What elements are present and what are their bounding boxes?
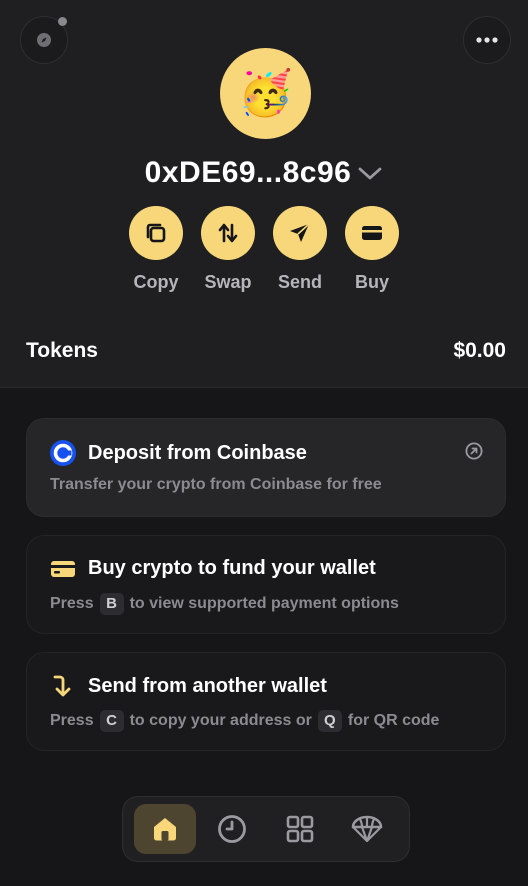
wallet-address: 0xDE69...8c96 [144,156,352,189]
arrow-down-turn-icon [53,675,71,697]
clock-icon [218,815,247,843]
deposit-coinbase-card[interactable]: Deposit from Coinbase Transfer your cryp… [26,418,506,517]
coinbase-icon [50,440,76,466]
nav-airdrops[interactable] [336,804,398,854]
buy-crypto-subtitle: Press B to view supported payment option… [50,593,399,615]
buy-instruction-text: to view supported payment options [129,595,399,612]
send-copy-text: to copy your address or [129,712,312,729]
divider [0,387,528,388]
send-press-text: Press [50,712,94,729]
buy-crypto-card[interactable]: Buy crypto to fund your wallet Press B t… [26,535,506,634]
buy-button-circle[interactable] [345,206,399,260]
send-from-wallet-card[interactable]: Send from another wallet Press C to copy… [26,652,506,751]
buy-crypto-title: Buy crypto to fund your wallet [88,557,376,579]
status-dot [58,17,67,26]
compass-icon [37,33,51,47]
nav-home[interactable] [133,804,196,854]
bottom-nav [122,796,410,862]
party-face-emoji: 🥳 [238,68,293,118]
shortcut-key-q: Q [317,710,342,732]
send-button-circle[interactable] [273,206,327,260]
buy-button[interactable]: Buy [345,206,399,293]
more-dots-icon [476,37,498,43]
copy-icon [146,223,166,243]
buy-label: Buy [354,272,389,292]
shortcut-key-c: C [99,710,124,732]
deposit-title: Deposit from Coinbase [88,441,307,464]
tokens-summary: Tokens $0.00 [26,336,506,366]
swap-icon [218,223,238,243]
copy-button-circle[interactable] [129,206,183,260]
parachute-icon [351,815,383,843]
card-icon [51,560,75,577]
grid-icon [286,815,314,843]
avatar[interactable]: 🥳 [220,48,311,139]
buy-press-text: Press [50,595,94,612]
copy-label: Copy [133,272,179,292]
tokens-heading: Tokens [26,339,98,362]
buy-crypto-title-row: Buy crypto to fund your wallet [50,557,376,580]
card-icon [362,226,382,240]
swap-label: Swap [204,272,252,292]
nav-apps[interactable] [269,804,331,854]
send-wallet-title: Send from another wallet [88,674,327,697]
send-icon [290,223,310,242]
send-label: Send [277,272,322,292]
address-selector[interactable]: 0xDE69...8c96 [0,154,528,192]
deposit-title-row: Deposit from Coinbase [50,440,307,466]
action-bar: Copy Swap Send Buy [0,206,528,293]
nav-activity[interactable] [201,804,263,854]
external-link-icon[interactable] [465,442,483,460]
deposit-subtitle: Transfer your crypto from Coinbase for f… [50,476,382,493]
shortcut-key-b: B [99,593,124,615]
send-button[interactable]: Send [273,206,327,293]
swap-button[interactable]: Swap [201,206,255,293]
chevron-down-icon [358,167,382,180]
swap-button-circle[interactable] [201,206,255,260]
send-wallet-title-row: Send from another wallet [50,674,327,698]
copy-button[interactable]: Copy [129,206,183,293]
tokens-total: $0.00 [453,339,506,362]
send-qr-text: for QR code [347,712,440,729]
more-menu-button[interactable] [463,16,511,64]
home-icon [153,818,176,841]
send-wallet-subtitle: Press C to copy your address or Q for QR… [50,710,439,732]
